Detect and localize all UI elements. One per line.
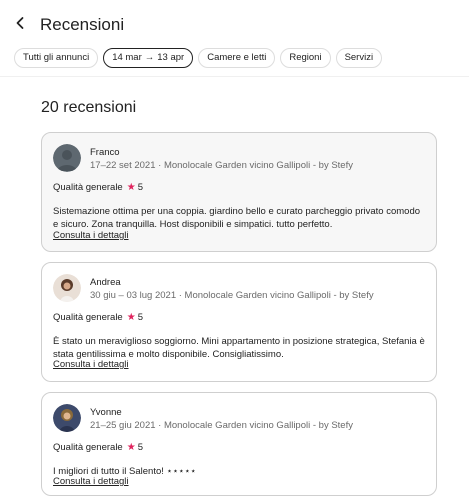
- rating-label: Qualità generale: [53, 182, 123, 193]
- filter-date-range[interactable]: 14 mar → 13 apr: [103, 48, 194, 68]
- review-text: Sistemazione ottima per una coppia. giar…: [53, 206, 421, 230]
- rating-value: 5: [137, 182, 143, 193]
- avatar: [53, 274, 81, 302]
- divider: [0, 76, 469, 77]
- review-card: Franco 17–22 set 2021 · Monolocale Garde…: [41, 132, 437, 252]
- rating-row: Qualità generale ★ 5: [53, 312, 143, 323]
- rating-value: 5: [137, 312, 143, 323]
- rating-row: Qualità generale ★ 5: [53, 182, 143, 193]
- header: Recensioni: [0, 0, 469, 44]
- review-card: Andrea 30 giu – 03 lug 2021 · Monolocale…: [41, 262, 437, 382]
- details-link[interactable]: Consulta i dettagli: [53, 359, 129, 370]
- filter-all-listings[interactable]: Tutti gli annunci: [14, 48, 99, 68]
- filter-rooms[interactable]: Camere e letti: [198, 48, 276, 68]
- reviewer-name: Yvonne: [90, 407, 122, 418]
- review-text: È stato un meraviglioso soggiorno. Mini …: [53, 336, 425, 360]
- filter-regions[interactable]: Regioni: [280, 48, 331, 68]
- avatar: [53, 404, 81, 432]
- star-icon: ★: [126, 442, 136, 453]
- details-link[interactable]: Consulta i dettagli: [53, 230, 129, 241]
- date-from: 14 mar: [112, 52, 142, 63]
- chevron-left-icon: [16, 17, 24, 29]
- arrow-right-icon: →: [144, 52, 155, 63]
- reviews-count: 20 recensioni: [41, 99, 137, 116]
- back-button[interactable]: [12, 14, 30, 32]
- filter-services[interactable]: Servizi: [335, 48, 383, 68]
- review-dates: 21–25 giu 2021 · Monolocale Garden vicin…: [90, 420, 353, 431]
- review-dates: 30 giu – 03 lug 2021 · Monolocale Garden…: [90, 290, 374, 301]
- rating-value: 5: [137, 442, 143, 453]
- page-title: Recensioni: [40, 15, 125, 34]
- star-icon: ★: [126, 182, 136, 193]
- review-header: Franco 17–22 set 2021 · Monolocale Garde…: [53, 144, 423, 174]
- rating-label: Qualità generale: [53, 312, 123, 323]
- rating-label: Qualità generale: [53, 442, 123, 453]
- rating-row: Qualità generale ★ 5: [53, 442, 143, 453]
- star-icon: ★: [126, 312, 136, 323]
- review-header: Andrea 30 giu – 03 lug 2021 · Monolocale…: [53, 274, 423, 304]
- details-link[interactable]: Consulta i dettagli: [53, 476, 129, 487]
- avatar: [53, 144, 81, 172]
- review-header: Yvonne 21–25 giu 2021 · Monolocale Garde…: [53, 404, 423, 434]
- review-dates: 17–22 set 2021 · Monolocale Garden vicin…: [90, 160, 353, 171]
- reviewer-name: Andrea: [90, 277, 121, 288]
- date-to: 13 apr: [157, 52, 185, 63]
- reviewer-name: Franco: [90, 147, 120, 158]
- review-card: Yvonne 21–25 giu 2021 · Monolocale Garde…: [41, 392, 437, 496]
- filter-bar: Tutti gli annunci 14 mar → 13 apr Camere e…: [14, 48, 383, 68]
